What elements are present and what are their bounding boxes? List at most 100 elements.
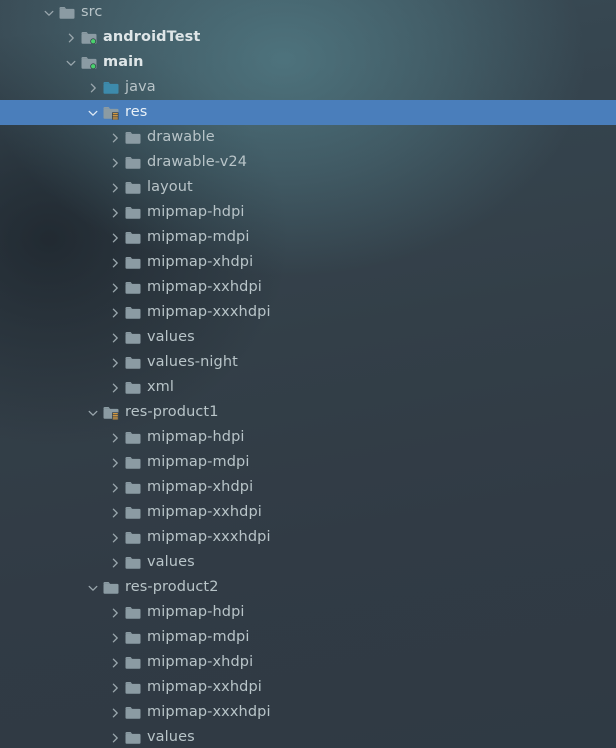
tree-row-values[interactable]: values — [0, 725, 616, 748]
tree-row-mipmap-xhdpi[interactable]: mipmap-xhdpi — [0, 475, 616, 500]
tree-row-label: mipmap-xxxhdpi — [147, 304, 271, 320]
folder-icon — [124, 325, 144, 350]
chevron-down-icon[interactable] — [84, 400, 102, 425]
tree-row-mipmap-xxxhdpi[interactable]: mipmap-xxxhdpi — [0, 300, 616, 325]
folder-icon — [124, 275, 144, 300]
folder-icon — [124, 450, 144, 475]
tree-row-label: mipmap-xxxhdpi — [147, 704, 271, 720]
tree-row-mipmap-mdpi[interactable]: mipmap-mdpi — [0, 625, 616, 650]
project-file-tree[interactable]: src androidTest main java res drawable drawabl… — [0, 0, 616, 748]
tree-row-drawable[interactable]: drawable — [0, 125, 616, 150]
tree-row-res-product2[interactable]: res-product2 — [0, 575, 616, 600]
tree-row-values[interactable]: values — [0, 325, 616, 350]
chevron-right-icon[interactable] — [106, 600, 124, 625]
chevron-down-icon[interactable] — [62, 50, 80, 75]
tree-row-mipmap-xxxhdpi[interactable]: mipmap-xxxhdpi — [0, 525, 616, 550]
tree-row-mipmap-xxxhdpi[interactable]: mipmap-xxxhdpi — [0, 700, 616, 725]
tree-row-label: drawable-v24 — [147, 154, 248, 170]
chevron-right-icon[interactable] — [106, 200, 124, 225]
chevron-right-icon[interactable] — [106, 700, 124, 725]
tree-row-mipmap-xxhdpi[interactable]: mipmap-xxhdpi — [0, 275, 616, 300]
tree-row-label: java — [125, 79, 156, 95]
tree-row-xml[interactable]: xml — [0, 375, 616, 400]
folder-icon — [124, 475, 144, 500]
tree-row-label: drawable — [147, 129, 215, 145]
folder-java-icon — [102, 75, 122, 100]
chevron-right-icon[interactable] — [62, 25, 80, 50]
tree-row-label: mipmap-xxxhdpi — [147, 529, 271, 545]
tree-row-mipmap-mdpi[interactable]: mipmap-mdpi — [0, 225, 616, 250]
tree-row-mipmap-xxhdpi[interactable]: mipmap-xxhdpi — [0, 500, 616, 525]
chevron-right-icon[interactable] — [106, 725, 124, 748]
tree-row-res[interactable]: res — [0, 100, 616, 125]
chevron-right-icon[interactable] — [106, 500, 124, 525]
tree-row-drawable-v24[interactable]: drawable-v24 — [0, 150, 616, 175]
tree-row-label: values — [147, 329, 195, 345]
chevron-right-icon[interactable] — [106, 275, 124, 300]
chevron-down-icon[interactable] — [84, 575, 102, 600]
tree-row-mipmap-xxhdpi[interactable]: mipmap-xxhdpi — [0, 675, 616, 700]
tree-row-label: mipmap-xhdpi — [147, 479, 254, 495]
folder-icon — [102, 575, 122, 600]
tree-row-label: layout — [147, 179, 193, 195]
tree-row-main[interactable]: main — [0, 50, 616, 75]
chevron-right-icon[interactable] — [106, 125, 124, 150]
folder-icon — [124, 675, 144, 700]
tree-row-mipmap-xhdpi[interactable]: mipmap-xhdpi — [0, 250, 616, 275]
chevron-right-icon[interactable] — [106, 250, 124, 275]
tree-row-mipmap-hdpi[interactable]: mipmap-hdpi — [0, 425, 616, 450]
tree-row-src[interactable]: src — [0, 0, 616, 25]
chevron-right-icon[interactable] — [106, 375, 124, 400]
tree-row-values-night[interactable]: values-night — [0, 350, 616, 375]
tree-row-mipmap-hdpi[interactable]: mipmap-hdpi — [0, 200, 616, 225]
tree-row-label: androidTest — [103, 29, 201, 45]
chevron-right-icon[interactable] — [106, 475, 124, 500]
chevron-right-icon[interactable] — [84, 75, 102, 100]
tree-row-mipmap-mdpi[interactable]: mipmap-mdpi — [0, 450, 616, 475]
chevron-right-icon[interactable] — [106, 175, 124, 200]
project-tool-window: src androidTest main java res drawable drawabl… — [0, 0, 616, 748]
folder-icon — [124, 500, 144, 525]
tree-row-label: mipmap-mdpi — [147, 454, 250, 470]
tree-row-label: res-product2 — [125, 579, 219, 595]
chevron-right-icon[interactable] — [106, 325, 124, 350]
folder-resource-icon — [102, 400, 122, 425]
folder-source-icon — [80, 25, 100, 50]
tree-row-androidtest[interactable]: androidTest — [0, 25, 616, 50]
chevron-right-icon[interactable] — [106, 150, 124, 175]
chevron-right-icon[interactable] — [106, 300, 124, 325]
tree-row-java[interactable]: java — [0, 75, 616, 100]
chevron-right-icon[interactable] — [106, 525, 124, 550]
chevron-right-icon[interactable] — [106, 350, 124, 375]
folder-icon — [124, 175, 144, 200]
chevron-right-icon[interactable] — [106, 425, 124, 450]
chevron-right-icon[interactable] — [106, 650, 124, 675]
tree-row-label: values — [147, 554, 195, 570]
tree-row-values[interactable]: values — [0, 550, 616, 575]
tree-row-label: values-night — [147, 354, 238, 370]
tree-row-res-product1[interactable]: res-product1 — [0, 400, 616, 425]
folder-icon — [124, 725, 144, 748]
tree-row-label: values — [147, 729, 195, 745]
chevron-right-icon[interactable] — [106, 550, 124, 575]
tree-row-mipmap-xhdpi[interactable]: mipmap-xhdpi — [0, 650, 616, 675]
tree-row-mipmap-hdpi[interactable]: mipmap-hdpi — [0, 600, 616, 625]
tree-row-layout[interactable]: layout — [0, 175, 616, 200]
chevron-right-icon[interactable] — [106, 625, 124, 650]
chevron-right-icon[interactable] — [106, 675, 124, 700]
chevron-right-icon[interactable] — [106, 450, 124, 475]
chevron-right-icon[interactable] — [106, 225, 124, 250]
chevron-down-icon[interactable] — [84, 100, 102, 125]
chevron-down-icon[interactable] — [40, 0, 58, 25]
